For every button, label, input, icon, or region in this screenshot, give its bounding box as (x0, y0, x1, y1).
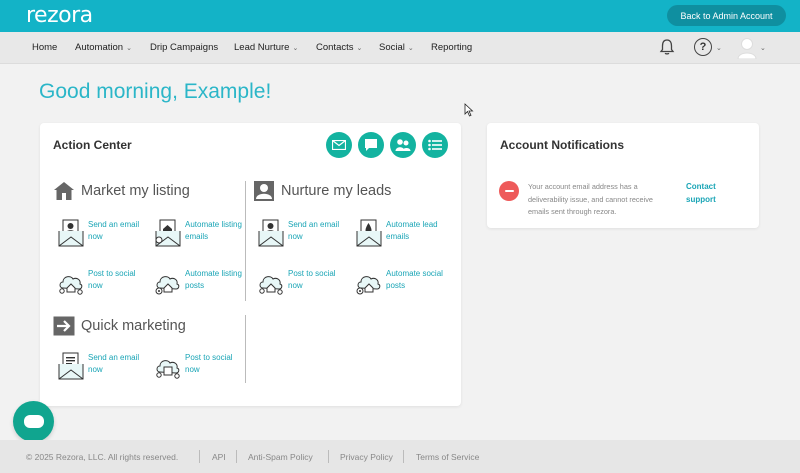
nurture-send-email-action[interactable]: Send an email now (258, 219, 348, 247)
market-post-social-action[interactable]: Post to social now (58, 268, 148, 296)
nav-lead-nurture-label: Lead Nurture (234, 42, 290, 53)
footer-divider (236, 450, 237, 463)
nav-contacts[interactable]: Contacts ⌄ (316, 42, 362, 53)
action-label: Automate lead emails (386, 220, 438, 241)
nav-home[interactable]: Home (32, 42, 57, 53)
cloud-house-icon (59, 276, 83, 295)
action-label: Post to social now (88, 269, 136, 290)
envelope-portrait-icon (58, 219, 84, 247)
market-my-listing-heading: Market my listing (53, 180, 190, 202)
greeting-heading: Good morning, Example! (39, 80, 272, 103)
rezora-logo[interactable]: rezora (26, 3, 93, 28)
action-label: Send an email now (88, 353, 140, 374)
nav-social[interactable]: Social ⌄ (379, 42, 414, 53)
envelope-portrait-icon (258, 219, 284, 247)
envelope-house-gear-icon (155, 219, 181, 247)
footer-divider (403, 450, 404, 463)
nav-social-label: Social (379, 42, 405, 53)
footer-link-privacy[interactable]: Privacy Policy (340, 452, 393, 462)
nurture-post-social-action[interactable]: Post to social now (258, 268, 348, 296)
contact-support-link[interactable]: Contact support (686, 181, 746, 206)
mouse-cursor-icon (464, 103, 474, 117)
arrow-right-box-icon (53, 315, 75, 337)
action-label: Automate listing emails (185, 220, 242, 241)
envelope-drop-icon (356, 219, 382, 247)
chat-bubble-icon (23, 415, 44, 428)
market-automate-emails-action[interactable]: Automate listing emails (155, 219, 245, 247)
nurture-automate-emails-action[interactable]: Automate lead emails (356, 219, 446, 247)
quick-post-social-action[interactable]: Post to social now (155, 352, 245, 380)
nav-automation-label: Automation (75, 42, 124, 53)
chevron-down-icon[interactable]: ⌄ (760, 44, 766, 52)
chevron-down-icon[interactable]: ⌄ (716, 44, 722, 52)
account-notifications-title: Account Notifications (500, 138, 625, 152)
quick-marketing-heading: Quick marketing (53, 315, 186, 337)
nav-contacts-label: Contacts (316, 42, 354, 53)
action-label: Post to social now (185, 353, 233, 374)
action-center-title: Action Center (53, 138, 132, 152)
action-label: Post to social now (288, 269, 336, 290)
footer: © 2025 Rezora, LLC. All rights reserved.… (0, 440, 800, 473)
top-bar: rezora Back to Admin Account (0, 0, 800, 32)
nav-drip-label: Drip Campaigns (150, 42, 219, 53)
chevron-down-icon: ⌄ (407, 44, 414, 52)
action-label: Automate social posts (386, 269, 443, 290)
help-icon[interactable]: ? (694, 38, 712, 56)
market-my-listing-label: Market my listing (81, 183, 190, 199)
people-icon[interactable] (390, 132, 416, 158)
list-icon[interactable] (422, 132, 448, 158)
footer-divider (199, 450, 200, 463)
footer-divider (328, 450, 329, 463)
bell-icon[interactable] (658, 38, 676, 56)
cloud-social-icon (156, 360, 180, 379)
nav-reporting-label: Reporting (431, 42, 473, 53)
market-automate-posts-action[interactable]: Automate listing posts (155, 268, 245, 296)
footer-link-terms[interactable]: Terms of Service (416, 452, 479, 462)
alert-icon (499, 181, 519, 201)
avatar-icon[interactable] (737, 37, 757, 59)
nav-lead-nurture[interactable]: Lead Nurture ⌄ (234, 42, 298, 53)
footer-link-api[interactable]: API (212, 452, 226, 462)
nurture-my-leads-label: Nurture my leads (281, 183, 392, 199)
footer-copyright: © 2025 Rezora, LLC. All rights reserved. (26, 452, 179, 462)
action-label: Send an email now (288, 220, 340, 241)
chevron-down-icon: ⌄ (126, 44, 132, 52)
nav-reporting[interactable]: Reporting (431, 42, 472, 53)
section-divider (245, 181, 246, 301)
chat-widget-button[interactable] (13, 401, 54, 442)
footer-link-anti-spam[interactable]: Anti-Spam Policy (248, 452, 313, 462)
notification-message: Your account email address has a deliver… (528, 182, 653, 216)
market-send-email-action[interactable]: Send an email now (58, 219, 148, 247)
back-to-admin-button[interactable]: Back to Admin Account (667, 5, 786, 26)
house-icon (53, 180, 75, 202)
nav-home-label: Home (32, 42, 58, 53)
email-icon[interactable] (326, 132, 352, 158)
quick-send-email-action[interactable]: Send an email now (58, 352, 148, 380)
quick-marketing-label: Quick marketing (81, 318, 186, 334)
chat-icon[interactable] (358, 132, 384, 158)
nav-automation[interactable]: Automation ⌄ (75, 42, 132, 53)
cloud-gear-icon (356, 276, 381, 295)
main-nav: Home Automation ⌄ Drip Campaigns Lead Nur… (0, 32, 800, 64)
envelope-lines-icon (58, 352, 84, 380)
action-label: Send an email now (88, 220, 140, 241)
section-divider (245, 315, 246, 383)
cloud-house-icon (259, 276, 283, 295)
chevron-down-icon: ⌄ (292, 44, 299, 52)
nav-drip-campaigns[interactable]: Drip Campaigns (150, 42, 218, 53)
contact-card-icon (253, 180, 275, 202)
nurture-my-leads-heading: Nurture my leads (253, 180, 391, 202)
nurture-automate-posts-action[interactable]: Automate social posts (356, 268, 446, 296)
chevron-down-icon: ⌄ (356, 44, 363, 52)
action-label: Automate listing posts (185, 269, 242, 290)
cloud-gear-icon (155, 276, 180, 295)
